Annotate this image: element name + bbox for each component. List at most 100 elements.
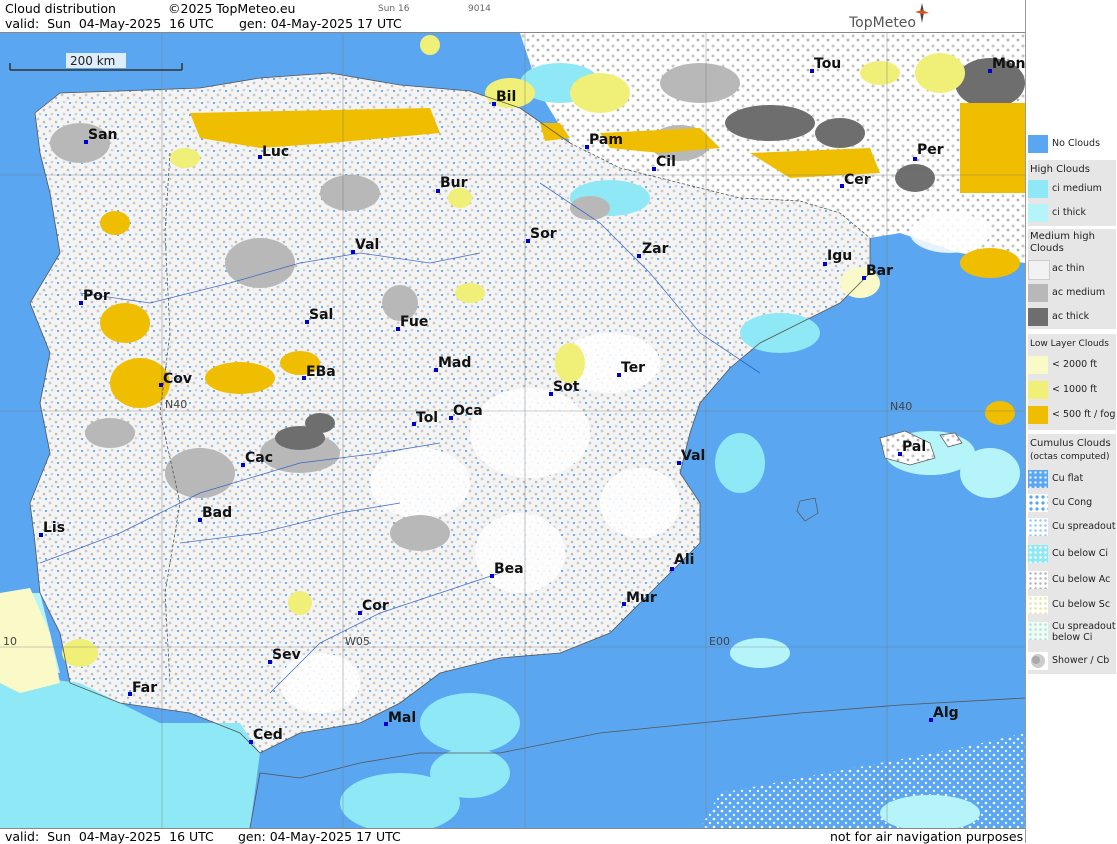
- city-pam: Pam: [585, 132, 623, 149]
- topmeteo-logo: TopMeteo: [820, 2, 930, 31]
- svg-text:Bea: Bea: [494, 561, 524, 577]
- svg-text:Far: Far: [132, 680, 157, 696]
- legend-cumulus-title: Cumulus Clouds: [1030, 438, 1111, 449]
- svg-text:Sev: Sev: [272, 647, 301, 663]
- svg-text:EBa: EBa: [306, 364, 336, 380]
- legend-low-1000: < 1000 ft: [1028, 379, 1116, 401]
- city-bar: Bar: [862, 263, 893, 280]
- city-alg: Alg: [929, 705, 959, 722]
- svg-text:Bil: Bil: [496, 89, 516, 105]
- cloud-map: N40 N40 W05 E00 10 200 km Tou Mon Bil Sa…: [0, 33, 1025, 828]
- city-mal: Mal: [384, 710, 416, 726]
- svg-text:Luc: Luc: [262, 144, 289, 160]
- city-lis: Lis: [39, 520, 65, 537]
- city-igu: Igu: [823, 248, 852, 266]
- svg-text:Cil: Cil: [656, 154, 676, 170]
- city-bur: Bur: [436, 175, 468, 193]
- copyright: ©2025 TopMeteo.eu: [168, 1, 296, 16]
- legend-no-clouds: No Clouds: [1028, 133, 1116, 155]
- city-bad: Bad: [198, 505, 232, 522]
- shower-icon: [1028, 652, 1048, 670]
- map-title: Cloud distribution: [5, 1, 116, 16]
- footer-valid-time: valid: Sun 04-May-2025 16 UTC: [5, 829, 214, 844]
- city-sot: Sot: [549, 379, 580, 396]
- legend-cu-spreadout-below-ci: Cu spreadout below Ci: [1028, 620, 1116, 646]
- svg-text:Ter: Ter: [621, 360, 645, 376]
- city-cil: Cil: [652, 154, 676, 171]
- city-val-north: Val: [351, 237, 379, 254]
- legend-low-500: < 500 ft / fog: [1028, 404, 1116, 426]
- city-sev: Sev: [268, 647, 301, 664]
- city-san: San: [84, 127, 118, 144]
- city-cor: Cor: [358, 598, 389, 615]
- legend-cu-below-sc: Cu below Sc: [1028, 594, 1116, 616]
- city-bil: Bil: [492, 89, 516, 106]
- svg-text:Per: Per: [917, 142, 944, 158]
- svg-text:Val: Val: [681, 448, 705, 464]
- legend-ac-thick: ac thick: [1028, 306, 1116, 328]
- svg-text:Pam: Pam: [589, 132, 623, 148]
- city-oca: Oca: [449, 403, 483, 420]
- city-ter: Ter: [617, 360, 645, 377]
- city-far: Far: [128, 680, 157, 696]
- legend-shower-cb: Shower / Cb: [1028, 650, 1116, 672]
- svg-text:Mal: Mal: [388, 710, 416, 726]
- svg-text:Ced: Ced: [253, 727, 283, 743]
- legend-cu-below-ci: Cu below Ci: [1028, 543, 1116, 565]
- legend-high-title: High Clouds: [1030, 164, 1090, 175]
- legend-cu-spreadout: Cu spreadout: [1028, 516, 1116, 538]
- legend-ac-thin: ac thin: [1028, 258, 1116, 280]
- brand-name: TopMeteo: [849, 15, 916, 31]
- compass-icon: [915, 3, 929, 23]
- legend-ci-thick: ci thick: [1028, 202, 1116, 224]
- header: Cloud distribution ©2025 TopMeteo.eu Sun…: [0, 0, 1025, 33]
- svg-text:Tou: Tou: [814, 56, 841, 72]
- svg-text:Bar: Bar: [866, 263, 893, 279]
- city-mur: Mur: [622, 590, 657, 606]
- svg-text:Lis: Lis: [43, 520, 65, 536]
- footer-disclaimer: not for air navigation purposes: [830, 829, 1024, 844]
- valid-time: valid: Sun 04-May-2025 16 UTC: [5, 16, 214, 31]
- svg-text:Alg: Alg: [933, 705, 959, 721]
- svg-text:Oca: Oca: [453, 403, 483, 419]
- svg-text:Sot: Sot: [553, 379, 580, 395]
- svg-text:Cer: Cer: [844, 172, 871, 188]
- svg-text:Por: Por: [83, 288, 110, 304]
- city-sor: Sor: [526, 226, 557, 243]
- footer-generated-time: gen: 04-May-2025 17 UTC: [238, 829, 401, 844]
- grid-label-n40-west: N40: [165, 398, 187, 411]
- svg-text:Igu: Igu: [827, 248, 852, 264]
- city-ced: Ced: [249, 727, 283, 744]
- city-bea: Bea: [490, 561, 524, 578]
- grid-label-n40-east: N40: [890, 400, 912, 413]
- legend-cu-flat: Cu flat: [1028, 468, 1116, 490]
- svg-text:Mon: Mon: [992, 56, 1025, 72]
- header-small-code: 9014: [468, 4, 491, 14]
- legend-cumulus-subtitle: (octas computed): [1030, 452, 1110, 462]
- footer: valid: Sun 04-May-2025 16 UTC gen: 04-Ma…: [0, 828, 1025, 844]
- city-eba: EBa: [302, 364, 336, 380]
- city-fue: Fue: [396, 314, 428, 331]
- svg-text:Mad: Mad: [438, 355, 471, 371]
- header-small-day: Sun 16: [378, 4, 410, 14]
- city-cov: Cov: [159, 371, 192, 387]
- svg-text:Tol: Tol: [416, 410, 438, 426]
- svg-text:Zar: Zar: [642, 241, 669, 257]
- city-cer: Cer: [840, 172, 871, 188]
- legend-medium-title: Medium high Clouds: [1030, 231, 1095, 254]
- svg-text:Cov: Cov: [163, 371, 192, 387]
- svg-text:Fue: Fue: [400, 314, 428, 330]
- map-canvas: N40 N40 W05 E00 10 200 km Tou Mon Bil Sa…: [0, 33, 1025, 828]
- svg-text:Ali: Ali: [674, 552, 694, 568]
- city-mad: Mad: [434, 355, 471, 372]
- svg-text:Sor: Sor: [530, 226, 557, 242]
- city-tou: Tou: [810, 56, 841, 73]
- no-clouds-swatch: [1028, 135, 1048, 153]
- city-zar: Zar: [637, 241, 669, 258]
- generated-time: gen: 04-May-2025 17 UTC: [239, 16, 402, 31]
- legend-cu-below-ac: Cu below Ac: [1028, 569, 1116, 591]
- legend-ac-medium: ac medium: [1028, 282, 1116, 304]
- legend-low-2000: < 2000 ft: [1028, 354, 1116, 376]
- city-sal: Sal: [305, 307, 333, 324]
- city-mon: Mon: [988, 56, 1025, 73]
